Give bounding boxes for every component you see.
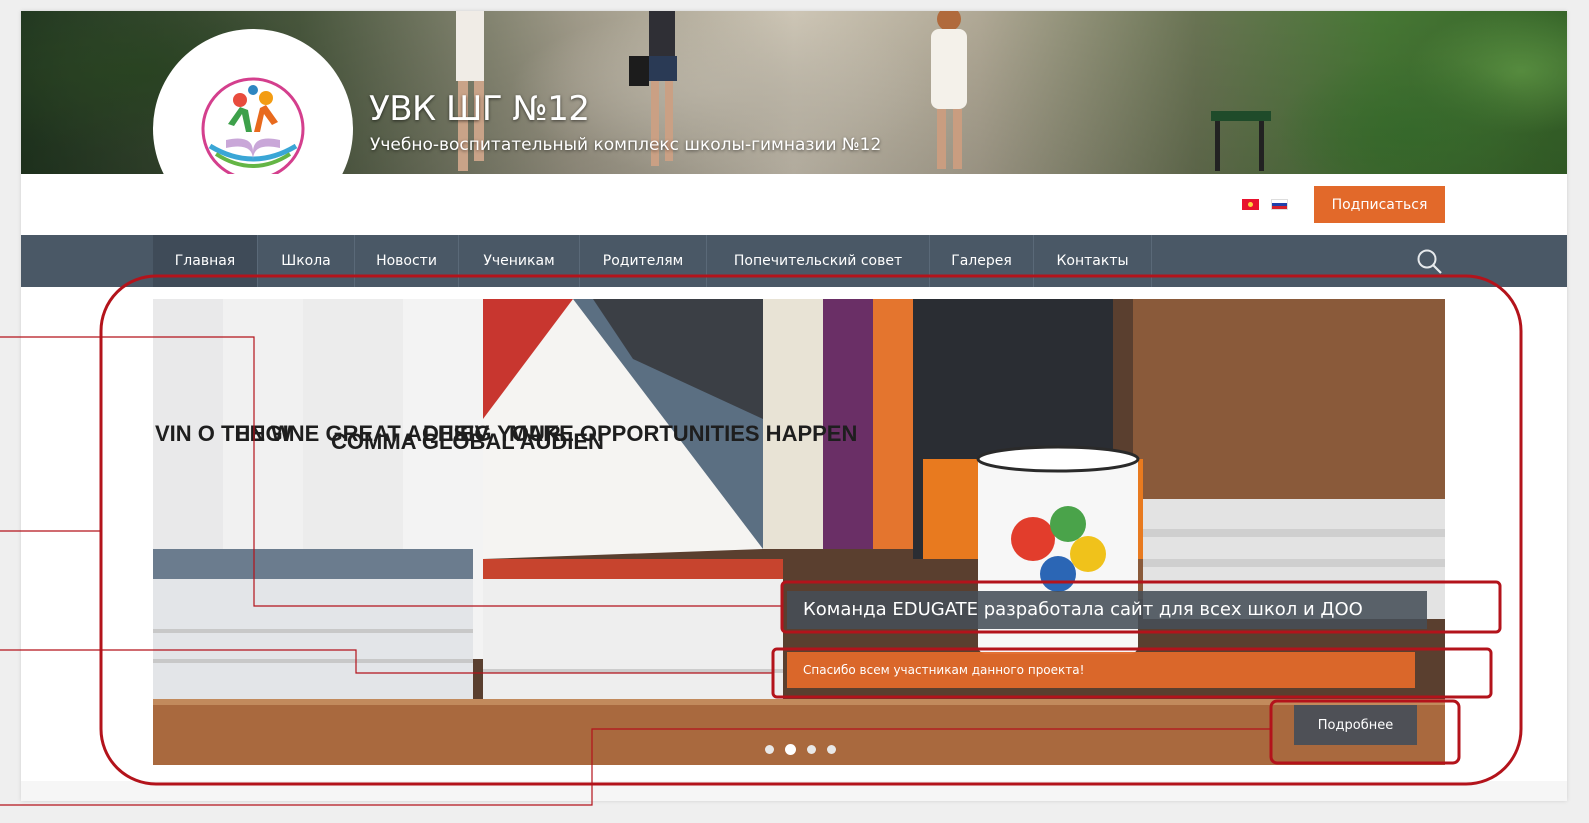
header-banner: УВК ШГ №12 Учебно-воспитательный комплек… [21, 11, 1567, 174]
slider-dot-4[interactable] [827, 745, 837, 754]
slide-caption-title: Команда EDUGATE разработала сайт для все… [787, 591, 1427, 629]
flag-russia-icon[interactable] [1271, 199, 1288, 210]
slider-dot-2[interactable] [785, 744, 797, 755]
school-logo-icon [201, 77, 305, 174]
subscribe-button[interactable]: Подписаться [1314, 186, 1445, 223]
nav-item-students[interactable]: Ученикам [459, 235, 580, 287]
nav-item-school[interactable]: Школа [258, 235, 355, 287]
nav-item-home[interactable]: Главная [153, 235, 258, 287]
nav-item-parents[interactable]: Родителям [580, 235, 707, 287]
flag-kyrgyzstan-icon[interactable] [1242, 199, 1259, 210]
slider-photo: VIN O THE W ENGINE GREAT ACHIEV COMMA GL… [153, 299, 1445, 765]
nav-item-contacts[interactable]: Контакты [1034, 235, 1152, 287]
search-icon[interactable] [1416, 248, 1444, 276]
slide-caption-subtitle: Спасибо всем участникам данного проекта! [787, 652, 1415, 688]
banner-person-3 [931, 11, 967, 169]
nav-item-board[interactable]: Попечительский совет [707, 235, 930, 287]
nav-item-news[interactable]: Новости [355, 235, 459, 287]
slider-dot-3[interactable] [807, 745, 817, 754]
site-container: УВК ШГ №12 Учебно-воспитательный комплек… [21, 11, 1567, 801]
site-subtitle: Учебно-воспитательный комплекс школы-гим… [370, 135, 882, 155]
slider-dot-1[interactable] [765, 745, 774, 754]
site-title[interactable]: УВК ШГ №12 [369, 89, 590, 129]
main-nav: Главная Школа Новости Ученикам Родителям… [21, 235, 1567, 287]
hero-slider[interactable]: VIN O THE W ENGINE GREAT ACHIEV COMMA GL… [153, 299, 1445, 765]
brochure-text-5: MAKE OPPORTUNITIES HAPPEN [509, 421, 857, 446]
nav-item-gallery[interactable]: Галерея [930, 235, 1034, 287]
read-more-button[interactable]: Подробнее [1294, 705, 1417, 745]
slider-dots [765, 744, 842, 755]
banner-bench [1211, 111, 1271, 171]
